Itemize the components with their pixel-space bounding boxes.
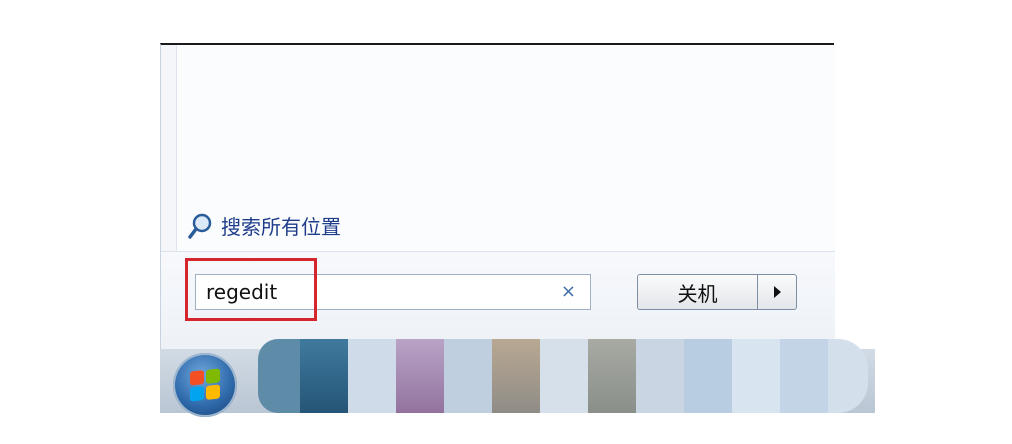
play-arrow-icon: [773, 286, 781, 298]
shutdown-options-arrow[interactable]: [757, 274, 797, 310]
search-all-label: 搜索所有位置: [221, 215, 341, 239]
magnifier-icon: [188, 213, 212, 239]
shutdown-button[interactable]: 关机: [637, 274, 757, 310]
taskbar-blurred-area: [258, 339, 868, 413]
windows-logo-icon: [190, 368, 220, 402]
search-input[interactable]: [206, 279, 546, 305]
clear-icon[interactable]: ×: [561, 282, 576, 302]
shutdown-label: 关机: [677, 281, 718, 306]
search-all-locations-link[interactable]: 搜索所有位置: [187, 211, 341, 240]
search-box[interactable]: ×: [195, 274, 591, 310]
start-button[interactable]: [173, 353, 237, 417]
